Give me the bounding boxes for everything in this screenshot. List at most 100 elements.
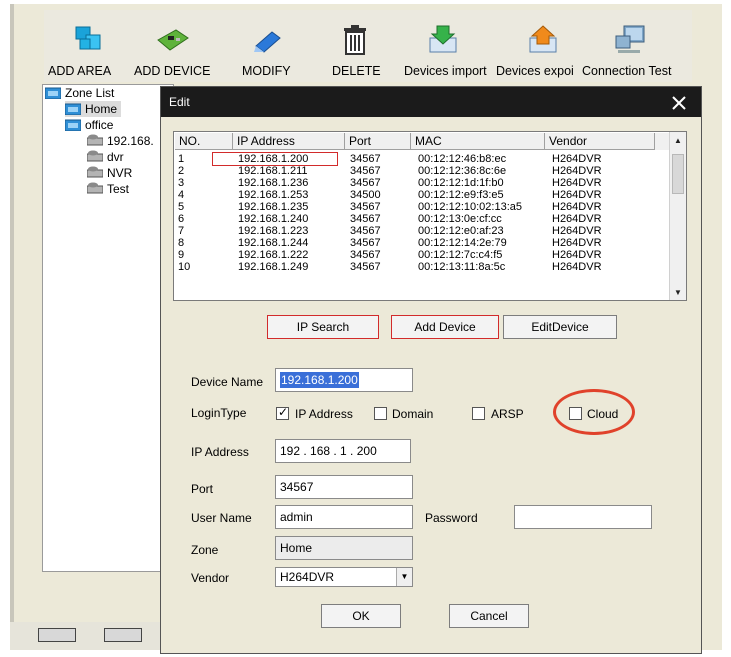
table-cell: 192.168.1.249	[238, 261, 309, 273]
status-indicator[interactable]	[104, 628, 142, 642]
add-area-button[interactable]: ADD AREA	[44, 10, 126, 82]
table-row[interactable]: 6 192.168.1.240 34567 00:12:13:0e:cf:cc H264…	[178, 213, 664, 225]
table-row[interactable]: 5 192.168.1.235 34567 00:12:12:10:02:13:a5 H…	[178, 201, 664, 213]
zone-field: Home	[275, 536, 413, 560]
modify-button[interactable]: MODIFY	[234, 10, 298, 82]
ip-address-label: IP Address	[191, 445, 249, 459]
table-cell: 9	[178, 249, 185, 261]
table-cell: H264DVR	[552, 177, 602, 189]
user-name-field[interactable]: admin	[275, 505, 413, 529]
login-ip-label: IP Address	[295, 407, 353, 421]
status-indicator[interactable]	[38, 628, 76, 642]
vendor-label: Vendor	[191, 571, 230, 585]
scroll-up-icon[interactable]: ▲	[674, 136, 682, 145]
device-name-value: 192.168.1.200	[280, 372, 359, 388]
delete-button[interactable]: DELETE	[326, 10, 386, 82]
export-icon	[529, 25, 557, 53]
list-scrollbar[interactable]: ▲ ▼	[669, 132, 686, 300]
ok-button[interactable]: OK	[321, 604, 401, 628]
toolbar: ADD AREA ADD DEVICE MODIFY DELETE Device…	[44, 10, 692, 82]
table-row[interactable]: 3 192.168.1.236 34567 00:12:12:1d:1f:b0 H264…	[178, 177, 664, 189]
zone-list-icon	[45, 87, 61, 99]
table-row[interactable]: 8 192.168.1.244 34567 00:12:12:14:2e:79 H264…	[178, 237, 664, 249]
port-field[interactable]: 34567	[275, 475, 413, 499]
table-cell: 34567	[350, 177, 381, 189]
dvr-device-icon	[87, 134, 103, 146]
vendor-value: H264DVR	[280, 570, 335, 584]
table-row[interactable]: 9 192.168.1.222 34567 00:12:12:7c:c4:f5 H264…	[178, 249, 664, 261]
table-cell: H264DVR	[552, 189, 602, 201]
scroll-thumb[interactable]	[672, 154, 684, 194]
zone-tree[interactable]: Zone List Home office 192.168. dvr NVR T…	[42, 84, 174, 572]
tree-item-label: NVR	[107, 166, 133, 180]
dialog-titlebar: Edit	[161, 87, 701, 117]
table-cell: 34567	[350, 201, 381, 213]
table-cell: 192.168.1.222	[238, 249, 309, 261]
cancel-button[interactable]: Cancel	[449, 604, 529, 628]
user-name-label: User Name	[191, 511, 252, 525]
edit-device-button[interactable]: EditDevice	[503, 315, 617, 339]
device-list[interactable]: NO. IP Address Port MAC Vendor 1 192.168.…	[173, 131, 687, 301]
column-header-mac[interactable]: MAC	[411, 133, 545, 150]
table-row[interactable]: 7 192.168.1.223 34567 00:12:12:e0:af:23 H264…	[178, 225, 664, 237]
table-cell: 00:12:12:14:2e:79	[418, 237, 507, 249]
login-arsp-label: ARSP	[491, 407, 524, 421]
vendor-select[interactable]: H264DVR ▼	[275, 567, 413, 587]
table-cell: 2	[178, 165, 185, 177]
login-domain-label: Domain	[392, 407, 434, 421]
check-icon: ✓	[278, 405, 289, 419]
tree-item-label: 192.168.	[107, 134, 154, 148]
login-arsp-checkbox[interactable]	[472, 407, 485, 420]
column-header-vendor[interactable]: Vendor	[545, 133, 655, 150]
chevron-down-icon[interactable]: ▼	[396, 568, 412, 586]
password-field[interactable]	[514, 505, 652, 529]
connection-test-button[interactable]: Connection Test	[582, 10, 692, 82]
table-cell: 00:12:12:46:b8:ec	[418, 153, 507, 165]
window-border	[10, 4, 14, 624]
connection-test-icon	[615, 25, 645, 53]
table-cell: 5	[178, 201, 185, 213]
table-cell: 1	[178, 153, 185, 165]
column-header-no[interactable]: NO.	[175, 133, 233, 150]
devices-export-button[interactable]: Devices expoi	[496, 10, 582, 82]
ip-search-button[interactable]: IP Search	[267, 315, 379, 339]
table-cell: H264DVR	[552, 213, 602, 225]
column-header-port[interactable]: Port	[345, 133, 411, 150]
list-header: NO. IP Address Port MAC Vendor	[175, 133, 669, 150]
table-cell: H264DVR	[552, 249, 602, 261]
table-cell: 34567	[350, 249, 381, 261]
add-device-button[interactable]: Add Device	[391, 315, 499, 339]
table-cell: 8	[178, 237, 185, 249]
table-cell: 7	[178, 225, 185, 237]
table-cell: H264DVR	[552, 201, 602, 213]
dvr-device-icon	[87, 150, 103, 162]
password-label: Password	[425, 511, 478, 525]
table-cell: 34567	[350, 153, 381, 165]
ip-address-field[interactable]: 192 . 168 . 1 . 200	[275, 439, 411, 463]
device-name-field[interactable]: 192.168.1.200	[275, 368, 413, 392]
table-cell: 34567	[350, 213, 381, 225]
scroll-down-icon[interactable]: ▼	[674, 288, 682, 297]
table-row[interactable]: 2 192.168.1.211 34567 00:12:12:36:8c:6e H264…	[178, 165, 664, 177]
table-cell: 00:12:13:0e:cf:cc	[418, 213, 502, 225]
table-row[interactable]: 4 192.168.1.253 34500 00:12:12:e9:f3:e5 H264…	[178, 189, 664, 201]
close-icon[interactable]	[669, 91, 689, 113]
edit-dialog: Edit NO. IP Address Port MAC Vendor 1 192…	[160, 86, 702, 654]
table-cell: H264DVR	[552, 165, 602, 177]
table-row[interactable]: 10 192.168.1.249 34567 00:12:13:11:8a:5c H26…	[178, 261, 664, 273]
zone-folder-icon	[65, 103, 81, 115]
zone-folder-icon	[65, 119, 81, 131]
device-name-label: Device Name	[191, 375, 264, 389]
login-domain-checkbox[interactable]	[374, 407, 387, 420]
table-cell: 192.168.1.211	[238, 165, 308, 177]
column-header-ip[interactable]: IP Address	[233, 133, 345, 150]
login-ip-checkbox[interactable]: ✓	[276, 405, 289, 420]
table-cell: 192.168.1.223	[238, 225, 309, 237]
trash-icon	[344, 25, 366, 55]
add-device-button[interactable]: ADD DEVICE	[132, 10, 216, 82]
devices-import-button[interactable]: Devices import	[404, 10, 494, 82]
table-cell: H264DVR	[552, 237, 602, 249]
tree-item-label: Test	[107, 182, 130, 196]
tree-item-home[interactable]: Home	[65, 101, 121, 117]
cloud-annotation-oval	[553, 389, 635, 435]
